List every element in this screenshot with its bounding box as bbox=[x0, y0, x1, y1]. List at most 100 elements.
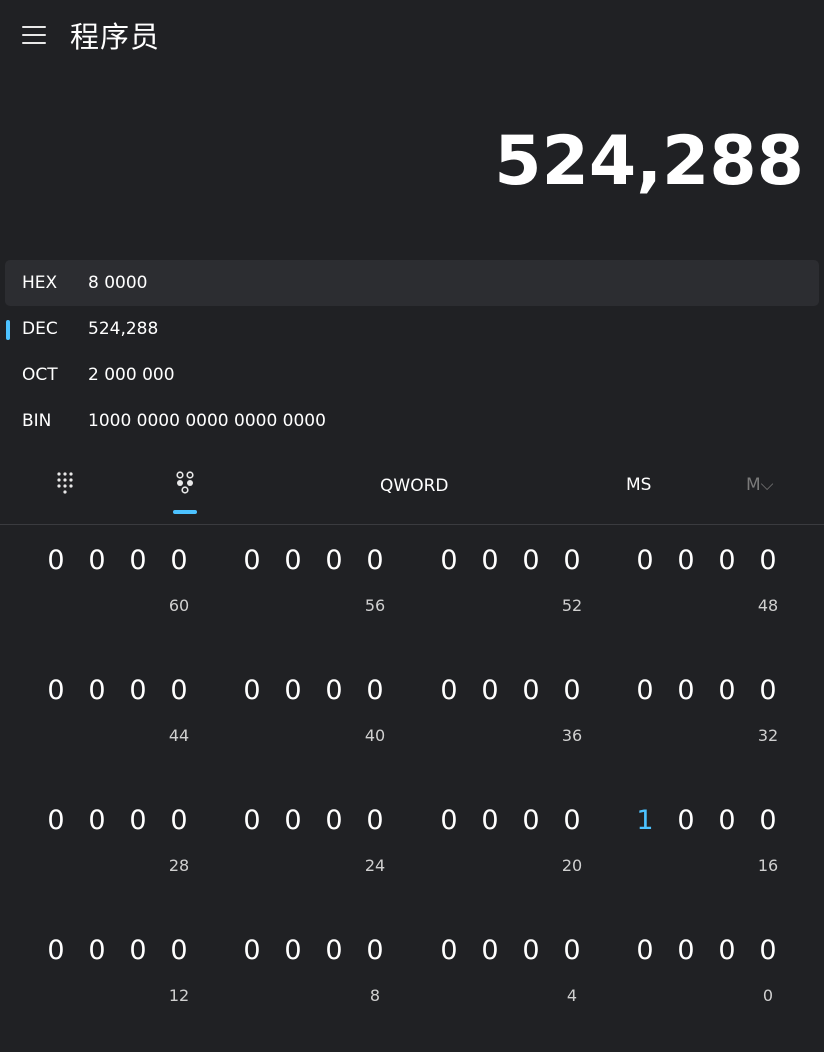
word-size-button[interactable]: QWORD bbox=[380, 476, 448, 496]
bit-toggle[interactable]: 0 bbox=[164, 805, 194, 836]
bit-position-label: 40 bbox=[364, 726, 386, 745]
bit-position-label: 8 bbox=[369, 986, 381, 1005]
bit-position-label: 52 bbox=[561, 596, 583, 615]
bit-toggle[interactable]: 0 bbox=[319, 805, 349, 836]
bit-toggle[interactable]: 0 bbox=[557, 805, 587, 836]
bit-position-label: 60 bbox=[168, 596, 190, 615]
bit-toggle[interactable]: 0 bbox=[237, 545, 267, 576]
keypad-toolbar: QWORD MS M⌵ bbox=[0, 460, 824, 524]
bit-toggle[interactable]: 0 bbox=[237, 805, 267, 836]
bit-toggle[interactable]: 0 bbox=[712, 805, 742, 836]
bit-toggle[interactable]: 0 bbox=[516, 935, 546, 966]
selected-indicator bbox=[6, 320, 10, 340]
radix-value: 8 0000 bbox=[88, 273, 148, 293]
bit-toggle[interactable]: 0 bbox=[712, 935, 742, 966]
radix-value: 1000 0000 0000 0000 0000 bbox=[88, 411, 326, 431]
menu-icon[interactable] bbox=[22, 26, 46, 44]
bit-toggle[interactable]: 0 bbox=[164, 545, 194, 576]
bit-toggle[interactable]: 0 bbox=[164, 935, 194, 966]
bit-toggle[interactable]: 0 bbox=[123, 935, 153, 966]
bit-toggle[interactable]: 0 bbox=[41, 545, 71, 576]
bit-position-label: 20 bbox=[561, 856, 583, 875]
bit-toggle[interactable]: 0 bbox=[671, 675, 701, 706]
bit-toggle[interactable]: 0 bbox=[557, 675, 587, 706]
bit-toggle[interactable]: 0 bbox=[360, 805, 390, 836]
bit-toggle[interactable]: 0 bbox=[41, 675, 71, 706]
bit-position-label: 28 bbox=[168, 856, 190, 875]
bit-grid: 0 0 0 0 60 0 0 0 0 56 0 0 0 0 52 0 0 0 0 48 0 0 0 0 44 0 0 0 0 40 0 0 0 0… bbox=[0, 525, 824, 1052]
radix-label: BIN bbox=[22, 411, 52, 431]
bit-toggle[interactable]: 0 bbox=[671, 545, 701, 576]
bit-position-label: 36 bbox=[561, 726, 583, 745]
bit-toggle[interactable]: 0 bbox=[434, 545, 464, 576]
active-tab-indicator bbox=[173, 510, 197, 514]
bit-toggle[interactable]: 1 bbox=[630, 805, 660, 836]
bit-toggle[interactable]: 0 bbox=[164, 675, 194, 706]
result-display: 524,288 bbox=[494, 122, 804, 201]
bit-toggle[interactable]: 0 bbox=[434, 935, 464, 966]
bit-toggle[interactable]: 0 bbox=[237, 675, 267, 706]
bit-toggle[interactable]: 0 bbox=[82, 675, 112, 706]
bit-toggle[interactable]: 0 bbox=[123, 675, 153, 706]
bit-toggle[interactable]: 0 bbox=[434, 805, 464, 836]
bit-toggle[interactable]: 0 bbox=[360, 675, 390, 706]
bit-position-label: 44 bbox=[168, 726, 190, 745]
bit-toggle[interactable]: 0 bbox=[475, 675, 505, 706]
bit-toggle[interactable]: 0 bbox=[278, 545, 308, 576]
bit-toggle[interactable]: 0 bbox=[475, 545, 505, 576]
bit-toggle[interactable]: 0 bbox=[516, 545, 546, 576]
full-keypad-icon[interactable] bbox=[55, 470, 77, 496]
bit-toggle[interactable]: 0 bbox=[319, 675, 349, 706]
radix-row-dec[interactable]: DEC 524,288 bbox=[5, 306, 819, 352]
radix-value: 524,288 bbox=[88, 319, 159, 339]
bit-toggle[interactable]: 0 bbox=[237, 935, 267, 966]
bit-toggle[interactable]: 0 bbox=[123, 805, 153, 836]
bit-toggle[interactable]: 0 bbox=[82, 805, 112, 836]
bit-position-label: 48 bbox=[757, 596, 779, 615]
radix-row-bin[interactable]: BIN 1000 0000 0000 0000 0000 bbox=[5, 398, 819, 444]
bit-toggle[interactable]: 0 bbox=[278, 675, 308, 706]
bit-toggle[interactable]: 0 bbox=[671, 935, 701, 966]
radix-label: OCT bbox=[22, 365, 58, 385]
bit-toggle[interactable]: 0 bbox=[557, 935, 587, 966]
bit-position-label: 12 bbox=[168, 986, 190, 1005]
bit-toggle[interactable]: 0 bbox=[712, 545, 742, 576]
bit-toggle[interactable]: 0 bbox=[753, 545, 783, 576]
page-title: 程序员 bbox=[70, 20, 161, 54]
bit-toggle[interactable]: 0 bbox=[516, 805, 546, 836]
bit-toggle[interactable]: 0 bbox=[753, 935, 783, 966]
bit-toggle[interactable]: 0 bbox=[123, 545, 153, 576]
bit-toggle[interactable]: 0 bbox=[82, 545, 112, 576]
bit-toggle[interactable]: 0 bbox=[278, 935, 308, 966]
bit-toggle-keypad-icon[interactable] bbox=[172, 468, 198, 498]
bit-toggle[interactable]: 0 bbox=[630, 675, 660, 706]
bit-toggle[interactable]: 0 bbox=[753, 805, 783, 836]
bit-toggle[interactable]: 0 bbox=[753, 675, 783, 706]
bit-toggle[interactable]: 0 bbox=[557, 545, 587, 576]
bit-toggle[interactable]: 0 bbox=[671, 805, 701, 836]
radix-value: 2 000 000 bbox=[88, 365, 175, 385]
bit-toggle[interactable]: 0 bbox=[360, 545, 390, 576]
memory-dropdown-button[interactable]: M⌵ bbox=[746, 475, 774, 495]
bit-toggle[interactable]: 0 bbox=[434, 675, 464, 706]
bit-toggle[interactable]: 0 bbox=[516, 675, 546, 706]
bit-toggle[interactable]: 0 bbox=[319, 545, 349, 576]
bit-toggle[interactable]: 0 bbox=[82, 935, 112, 966]
title-bar: 程序员 bbox=[0, 0, 824, 72]
bit-toggle[interactable]: 0 bbox=[630, 545, 660, 576]
bit-position-label: 24 bbox=[364, 856, 386, 875]
bit-toggle[interactable]: 0 bbox=[278, 805, 308, 836]
bit-toggle[interactable]: 0 bbox=[712, 675, 742, 706]
bit-toggle[interactable]: 0 bbox=[475, 935, 505, 966]
bit-toggle[interactable]: 0 bbox=[41, 805, 71, 836]
radix-row-hex[interactable]: HEX 8 0000 bbox=[5, 260, 819, 306]
bit-toggle[interactable]: 0 bbox=[630, 935, 660, 966]
bit-toggle[interactable]: 0 bbox=[360, 935, 390, 966]
bit-toggle[interactable]: 0 bbox=[41, 935, 71, 966]
bit-toggle[interactable]: 0 bbox=[475, 805, 505, 836]
radix-row-oct[interactable]: OCT 2 000 000 bbox=[5, 352, 819, 398]
memory-store-button[interactable]: MS bbox=[626, 475, 651, 495]
bit-position-label: 56 bbox=[364, 596, 386, 615]
bit-position-label: 16 bbox=[757, 856, 779, 875]
bit-toggle[interactable]: 0 bbox=[319, 935, 349, 966]
